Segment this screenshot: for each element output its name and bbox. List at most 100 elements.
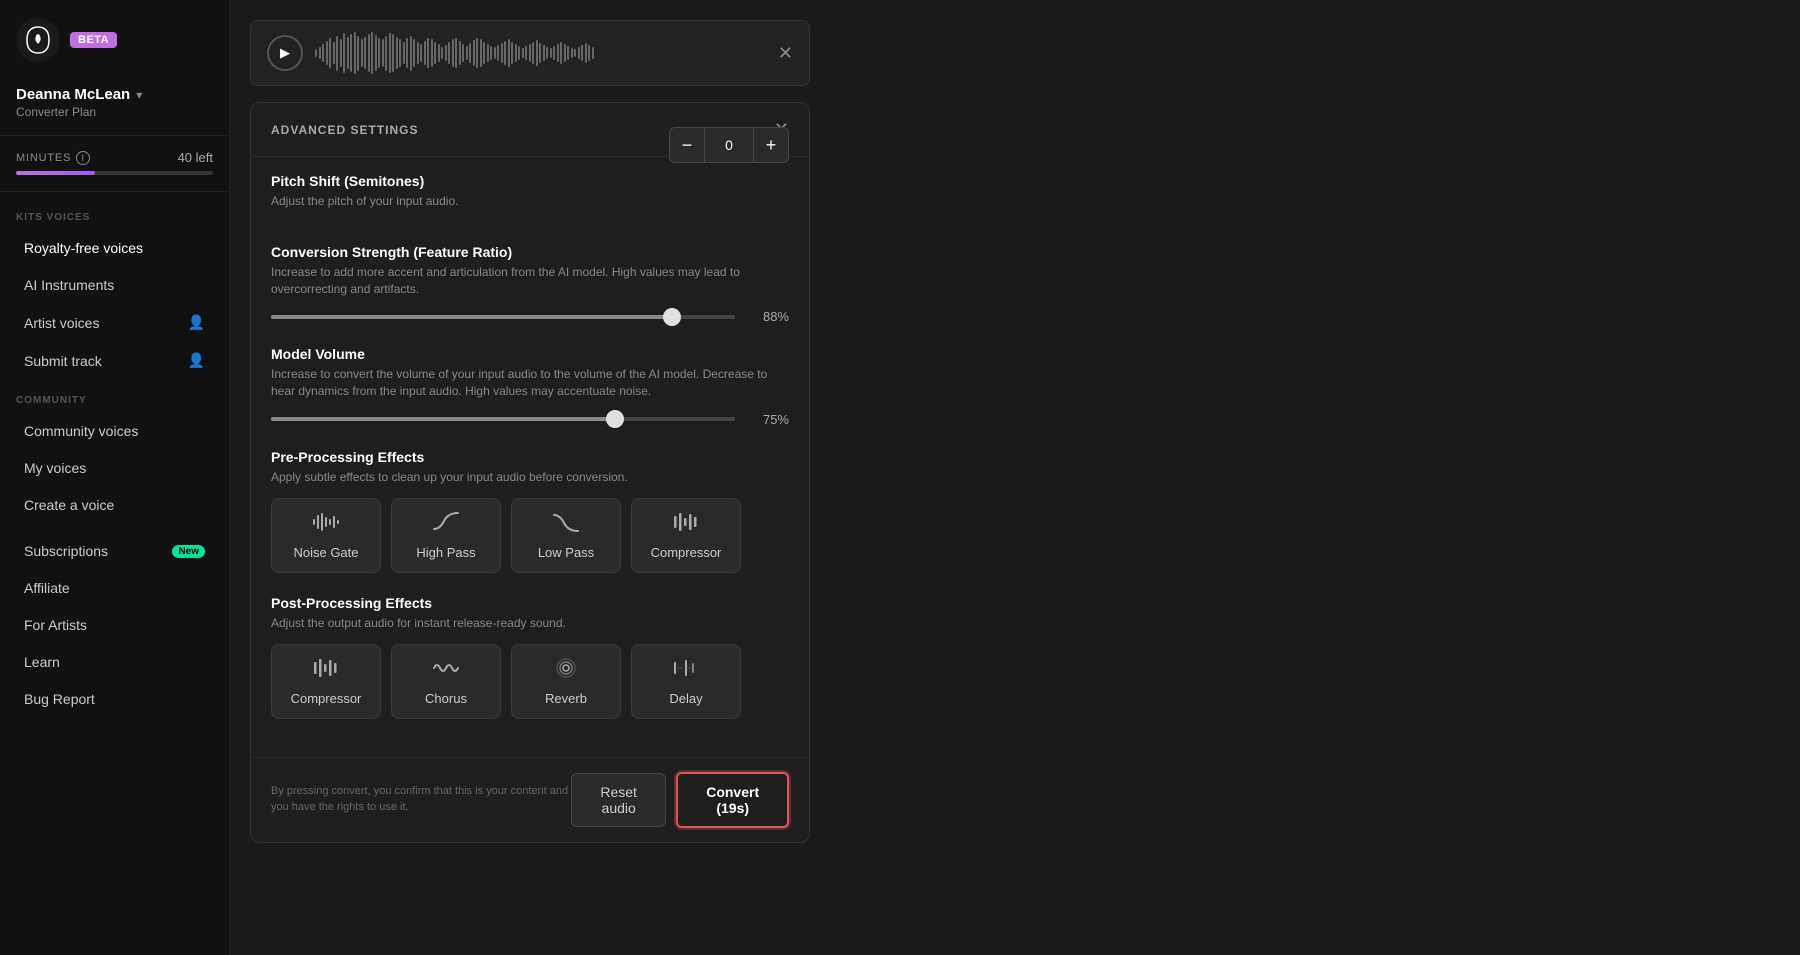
user-name: Deanna McLean xyxy=(16,86,130,103)
minutes-count: 40 left xyxy=(178,150,213,165)
sidebar-item-affiliate[interactable]: Affiliate xyxy=(8,570,221,606)
model-volume-slider[interactable] xyxy=(271,417,735,421)
minutes-section: MINUTES i 40 left xyxy=(0,136,229,192)
chorus-button[interactable]: Chorus xyxy=(391,644,501,719)
reset-audio-button[interactable]: Reset audio xyxy=(571,773,666,827)
footer-disclaimer: By pressing convert, you confirm that th… xyxy=(271,784,571,815)
chorus-icon xyxy=(432,657,460,685)
low-pass-label: Low Pass xyxy=(538,545,594,560)
high-pass-button[interactable]: High Pass xyxy=(391,498,501,573)
model-volume-desc: Increase to convert the volume of your i… xyxy=(271,366,789,400)
settings-footer: By pressing convert, you confirm that th… xyxy=(251,757,809,842)
user-section: Deanna McLean ▾ Converter Plan xyxy=(0,76,229,136)
sidebar-item-community-voices[interactable]: Community voices xyxy=(8,413,221,449)
sidebar-item-learn[interactable]: Learn xyxy=(8,644,221,680)
pitch-desc: Adjust the pitch of your input audio. xyxy=(271,193,458,210)
post-processing-label: Post-Processing Effects xyxy=(271,595,789,611)
pre-processing-effects-grid: Noise Gate High Pass xyxy=(271,498,789,573)
model-volume-label: Model Volume xyxy=(271,346,789,362)
compressor-post-button[interactable]: Compressor xyxy=(271,644,381,719)
pitch-decrease-button[interactable]: − xyxy=(669,127,705,163)
conversion-strength-desc: Increase to add more accent and articula… xyxy=(271,264,789,298)
high-pass-label: High Pass xyxy=(416,545,475,560)
sidebar-item-label: Community voices xyxy=(24,423,138,439)
delay-icon xyxy=(672,657,700,685)
reverb-icon xyxy=(552,657,580,685)
sidebar-item-create-a-voice[interactable]: Create a voice xyxy=(8,487,221,523)
high-pass-icon xyxy=(432,511,460,539)
sidebar-header: BETA xyxy=(0,0,229,76)
pitch-value: 0 xyxy=(705,127,753,163)
pitch-increase-button[interactable]: + xyxy=(753,127,789,163)
beta-badge: BETA xyxy=(70,32,117,48)
user-menu-toggle[interactable]: Deanna McLean ▾ xyxy=(16,86,213,103)
waveform-display xyxy=(315,33,766,73)
conversion-strength-slider[interactable] xyxy=(271,315,735,319)
compressor-pre-label: Compressor xyxy=(651,545,722,560)
post-processing-effects-grid: Compressor Chorus xyxy=(271,644,789,719)
low-pass-icon xyxy=(552,511,580,539)
reverb-button[interactable]: Reverb xyxy=(511,644,621,719)
sidebar-item-label: For Artists xyxy=(24,617,87,633)
minutes-label: MINUTES i xyxy=(16,151,90,165)
sidebar-item-label: Affiliate xyxy=(24,580,70,596)
audio-player: ▶ ✕ xyxy=(250,20,810,86)
settings-title: ADVANCED SETTINGS xyxy=(271,123,418,137)
delay-label: Delay xyxy=(669,691,702,706)
delay-button[interactable]: Delay xyxy=(631,644,741,719)
app-logo xyxy=(16,18,60,62)
conversion-strength-value: 88% xyxy=(749,309,789,324)
pre-processing-desc: Apply subtle effects to clean up your in… xyxy=(271,469,789,486)
sidebar-item-label: My voices xyxy=(24,460,86,476)
main-content: ▶ ✕ ADVANCED SETTINGS ✕ Pitch Shift (Sem… xyxy=(230,0,1800,955)
low-pass-button[interactable]: Low Pass xyxy=(511,498,621,573)
sidebar-item-subscriptions[interactable]: Subscriptions New xyxy=(8,533,221,569)
kits-voices-heading: KITS VOICES xyxy=(0,206,229,229)
sidebar-item-submit-track[interactable]: Submit track 👤 xyxy=(8,342,221,379)
pre-processing-row: Pre-Processing Effects Apply subtle effe… xyxy=(271,449,789,573)
sidebar-item-bug-report[interactable]: Bug Report xyxy=(8,681,221,717)
model-volume-row: Model Volume Increase to convert the vol… xyxy=(271,346,789,427)
minus-icon: − xyxy=(682,135,693,156)
sidebar-item-royalty-free-voices[interactable]: Royalty-free voices xyxy=(8,230,221,266)
play-icon: ▶ xyxy=(280,45,290,61)
settings-body: Pitch Shift (Semitones) Adjust the pitch… xyxy=(251,157,809,757)
convert-button[interactable]: Convert (19s) xyxy=(676,772,789,828)
advanced-settings-panel: ADVANCED SETTINGS ✕ Pitch Shift (Semiton… xyxy=(250,102,810,843)
compressor-post-icon xyxy=(312,657,340,685)
conversion-strength-label: Conversion Strength (Feature Ratio) xyxy=(271,244,789,260)
add-user-icon: 👤 xyxy=(188,352,205,369)
sidebar-item-label: AI Instruments xyxy=(24,277,114,293)
nav-section: KITS VOICES Royalty-free voices AI Instr… xyxy=(0,192,229,718)
sidebar-item-ai-instruments[interactable]: AI Instruments xyxy=(8,267,221,303)
play-button[interactable]: ▶ xyxy=(267,35,303,71)
post-processing-row: Post-Processing Effects Adjust the outpu… xyxy=(271,595,789,719)
pitch-shift-row: Pitch Shift (Semitones) Adjust the pitch… xyxy=(271,173,789,222)
sidebar-item-label: Artist voices xyxy=(24,315,99,331)
pre-processing-label: Pre-Processing Effects xyxy=(271,449,789,465)
sidebar-item-artist-voices[interactable]: Artist voices 👤 xyxy=(8,304,221,341)
new-badge: New xyxy=(172,545,205,558)
conversion-strength-slider-row: 88% xyxy=(271,309,789,324)
post-processing-desc: Adjust the output audio for instant rele… xyxy=(271,615,789,632)
sidebar-item-label: Royalty-free voices xyxy=(24,240,143,256)
minutes-bar xyxy=(16,171,213,175)
info-icon[interactable]: i xyxy=(76,151,90,165)
sidebar-item-label: Subscriptions xyxy=(24,543,108,559)
chorus-label: Chorus xyxy=(425,691,467,706)
user-plan: Converter Plan xyxy=(16,105,213,119)
compressor-post-label: Compressor xyxy=(291,691,362,706)
compressor-pre-button[interactable]: Compressor xyxy=(631,498,741,573)
model-volume-slider-row: 75% xyxy=(271,412,789,427)
close-icon: ✕ xyxy=(778,43,793,64)
close-player-button[interactable]: ✕ xyxy=(778,43,793,64)
sidebar-item-label: Learn xyxy=(24,654,60,670)
noise-gate-icon xyxy=(312,511,340,539)
noise-gate-label: Noise Gate xyxy=(293,545,358,560)
sidebar-item-label: Bug Report xyxy=(24,691,95,707)
sidebar-item-for-artists[interactable]: For Artists xyxy=(8,607,221,643)
noise-gate-button[interactable]: Noise Gate xyxy=(271,498,381,573)
pitch-label: Pitch Shift (Semitones) xyxy=(271,173,458,189)
sidebar-item-my-voices[interactable]: My voices xyxy=(8,450,221,486)
sidebar-item-label: Create a voice xyxy=(24,497,114,513)
